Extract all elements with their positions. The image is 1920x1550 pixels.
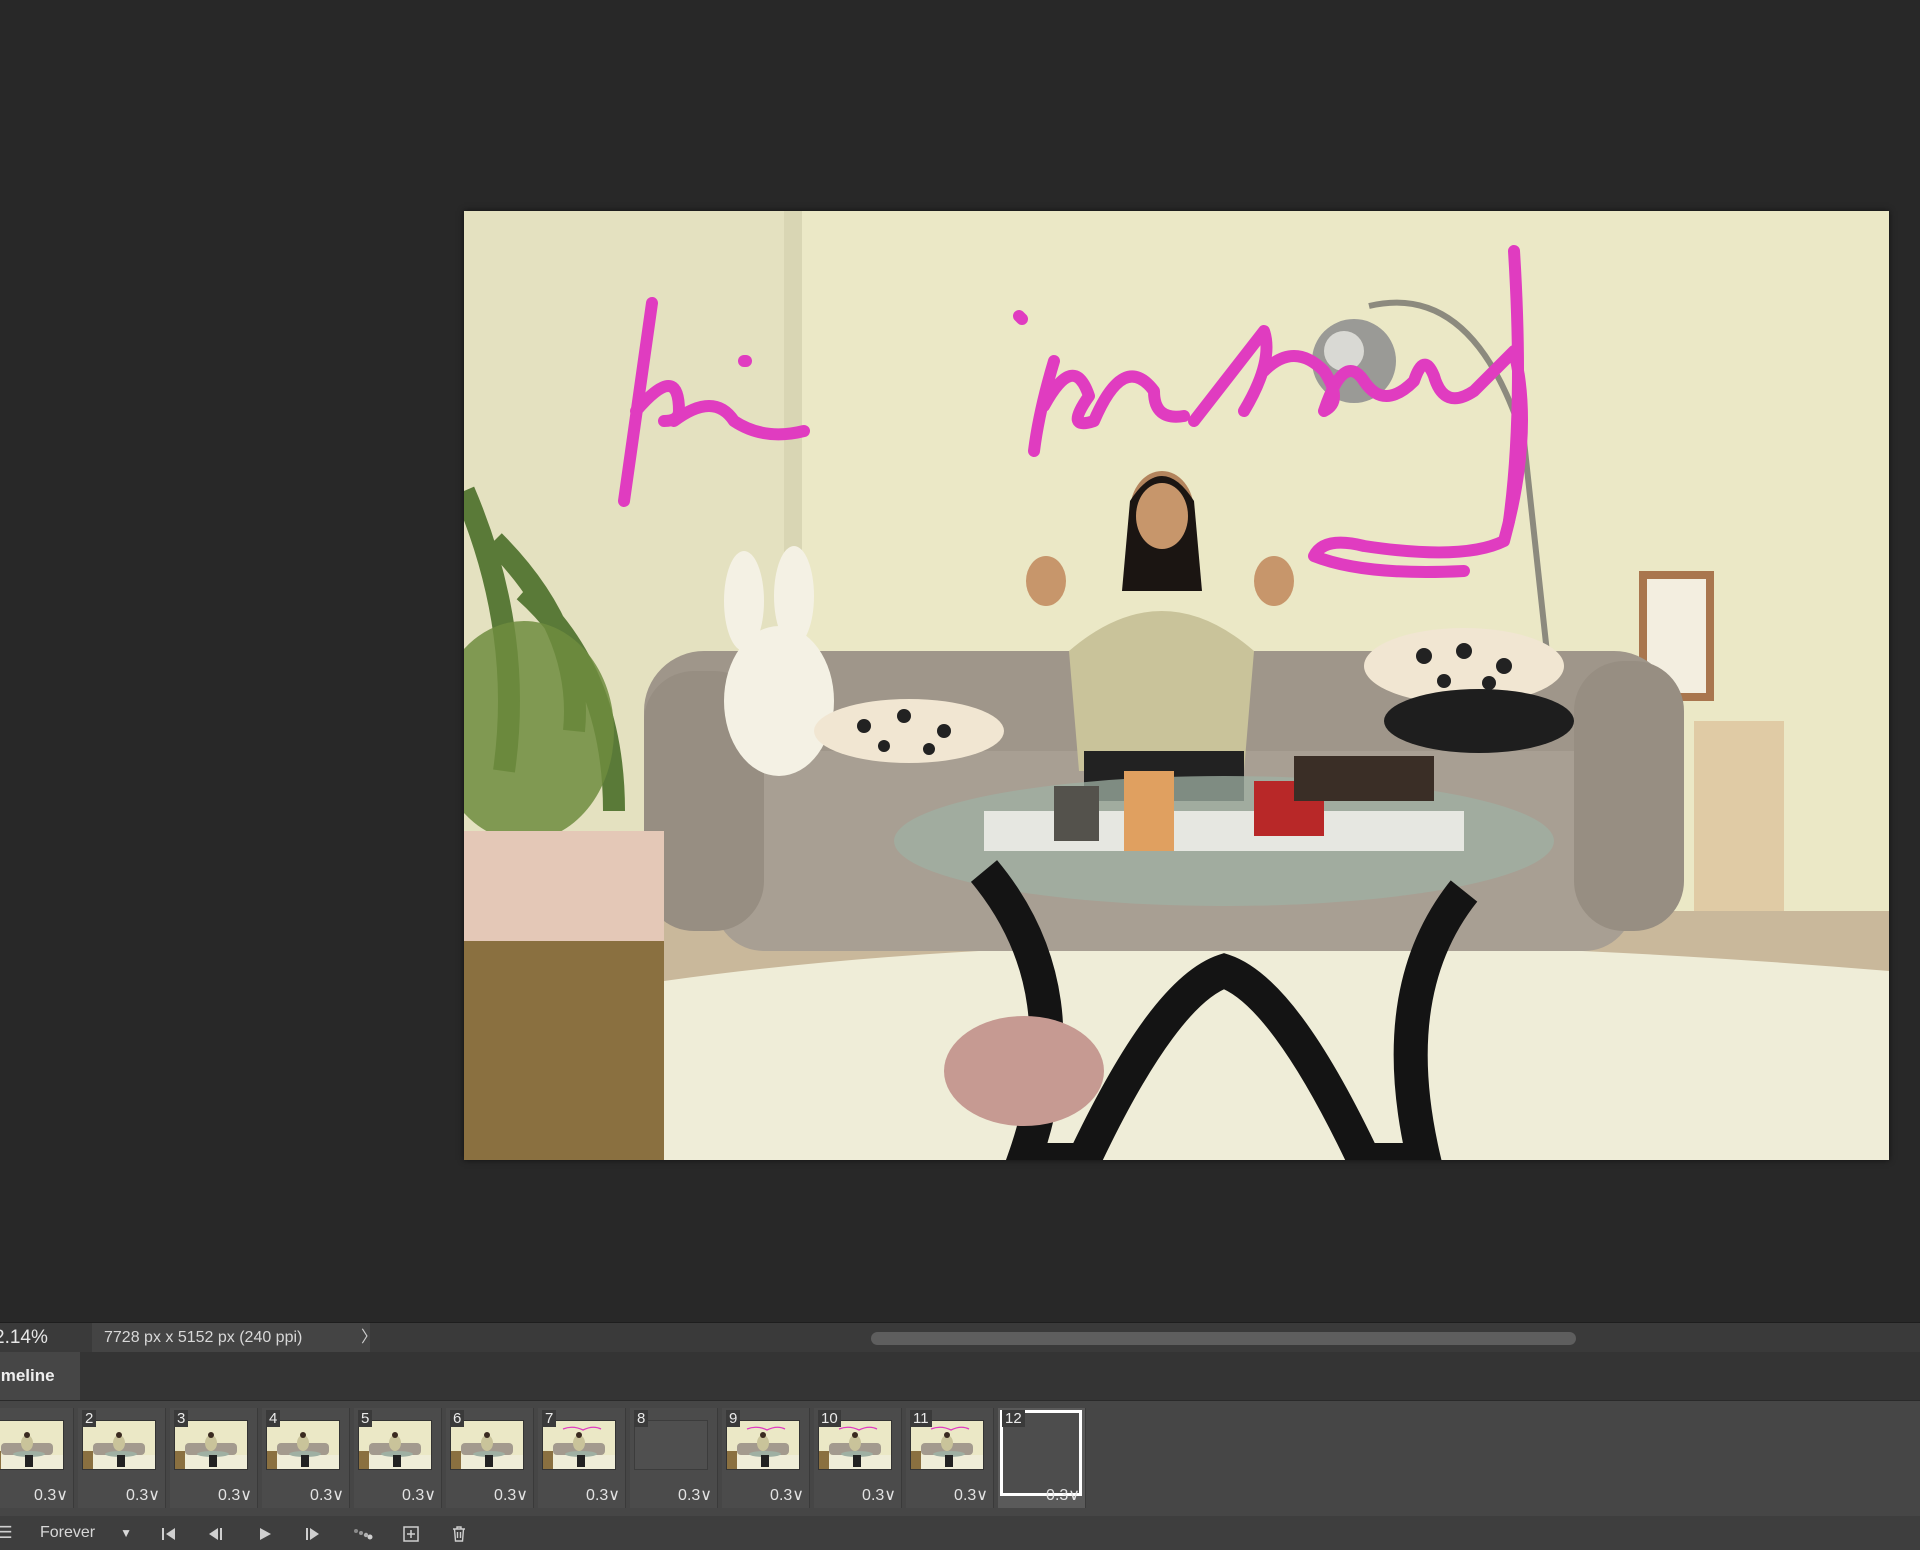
tween-icon[interactable] bbox=[348, 1516, 378, 1550]
frame-number: 2 bbox=[82, 1410, 97, 1427]
frame-thumbnail-image bbox=[359, 1421, 431, 1469]
frame-thumbnail-image bbox=[175, 1421, 247, 1469]
frame-thumbnail bbox=[542, 1420, 616, 1470]
frame-thumbnail bbox=[358, 1420, 432, 1470]
next-frame-icon[interactable] bbox=[298, 1516, 328, 1550]
frame-thumbnail bbox=[266, 1420, 340, 1470]
loop-select-value: Forever bbox=[40, 1524, 96, 1541]
frame-thumbnail bbox=[450, 1420, 524, 1470]
frames-row: 0.3∨ 2 0.3∨ 3 0.3∨ 4 0.3∨ 5 0.3∨ 6 0.3∨ … bbox=[0, 1408, 1920, 1508]
status-bar: 2.14% 7728 px x 5152 px (240 ppi) 〉 bbox=[0, 1322, 1920, 1353]
canvas-area[interactable] bbox=[0, 0, 1920, 1322]
frame-thumbnail-image bbox=[727, 1421, 799, 1469]
document-info[interactable]: 7728 px x 5152 px (240 ppi) bbox=[92, 1323, 370, 1353]
frame-delay[interactable]: 0.3∨ bbox=[126, 1486, 160, 1506]
frame-thumbnail-image bbox=[267, 1421, 339, 1469]
timeline-frame[interactable]: 3 0.3∨ bbox=[170, 1408, 258, 1508]
frame-thumbnail-image bbox=[83, 1421, 155, 1469]
frame-thumbnail bbox=[910, 1420, 984, 1470]
frame-thumbnail-image bbox=[911, 1421, 983, 1469]
frame-thumbnail bbox=[818, 1420, 892, 1470]
frame-delay[interactable]: 0.3∨ bbox=[402, 1486, 436, 1506]
frame-thumbnail bbox=[82, 1420, 156, 1470]
status-more-arrow[interactable]: 〉 bbox=[360, 1323, 378, 1353]
tab-timeline[interactable]: imeline bbox=[0, 1352, 80, 1400]
horizontal-scrollbar-thumb[interactable] bbox=[871, 1332, 1576, 1345]
timeline-panel: imeline 0.3∨ 2 0.3∨ 3 0.3∨ 4 0.3∨ 5 0.3∨… bbox=[0, 1352, 1920, 1550]
timeline-frame[interactable]: 9 0.3∨ bbox=[722, 1408, 810, 1508]
duplicate-frame-icon[interactable] bbox=[396, 1516, 426, 1550]
frame-delay[interactable]: 0.3∨ bbox=[494, 1486, 528, 1506]
frame-number: 10 bbox=[818, 1410, 841, 1427]
frame-number: 4 bbox=[266, 1410, 281, 1427]
frame-number: 12 bbox=[1002, 1410, 1025, 1427]
timeline-frame[interactable]: 2 0.3∨ bbox=[78, 1408, 166, 1508]
frame-number: 11 bbox=[910, 1410, 932, 1427]
frame-thumbnail bbox=[634, 1420, 708, 1470]
frame-number: 7 bbox=[542, 1410, 557, 1427]
frame-thumbnail bbox=[174, 1420, 248, 1470]
timeline-frame[interactable]: 7 0.3∨ bbox=[538, 1408, 626, 1508]
frame-thumbnail bbox=[726, 1420, 800, 1470]
trash-icon[interactable] bbox=[444, 1516, 474, 1550]
frame-thumbnail-image bbox=[0, 1421, 63, 1469]
zoom-level[interactable]: 2.14% bbox=[0, 1323, 90, 1353]
document-image[interactable] bbox=[464, 211, 1889, 1160]
panel-menu-icon[interactable]: ☰ bbox=[0, 1516, 16, 1550]
loop-select[interactable]: Forever ▼ bbox=[30, 1520, 138, 1546]
timeline-frame[interactable]: 8 0.3∨ bbox=[630, 1408, 718, 1508]
timeline-frame[interactable]: 6 0.3∨ bbox=[446, 1408, 534, 1508]
frame-delay[interactable]: 0.3∨ bbox=[954, 1486, 988, 1506]
frame-delay[interactable]: 0.3∨ bbox=[678, 1486, 712, 1506]
frame-delay[interactable]: 0.3∨ bbox=[1046, 1486, 1080, 1506]
timeline-frame[interactable]: 4 0.3∨ bbox=[262, 1408, 350, 1508]
timeline-frame[interactable]: 12 0.3∨ bbox=[998, 1408, 1086, 1508]
frame-number: 6 bbox=[450, 1410, 465, 1427]
frame-delay[interactable]: 0.3∨ bbox=[218, 1486, 252, 1506]
frame-thumbnail bbox=[0, 1420, 64, 1470]
frame-thumbnail-image bbox=[819, 1421, 891, 1469]
first-frame-icon[interactable] bbox=[154, 1516, 184, 1550]
frame-thumbnail-image bbox=[451, 1421, 523, 1469]
frame-delay[interactable]: 0.3∨ bbox=[862, 1486, 896, 1506]
frame-number: 3 bbox=[174, 1410, 189, 1427]
timeline-frame[interactable]: 10 0.3∨ bbox=[814, 1408, 902, 1508]
previous-frame-icon[interactable] bbox=[200, 1516, 230, 1550]
frame-delay[interactable]: 0.3∨ bbox=[586, 1486, 620, 1506]
panel-tab-bar: imeline bbox=[0, 1352, 1920, 1401]
timeline-frame[interactable]: 0.3∨ bbox=[0, 1408, 74, 1508]
room-photo bbox=[464, 211, 1889, 1160]
frame-delay[interactable]: 0.3∨ bbox=[34, 1486, 68, 1506]
chevron-down-icon: ▼ bbox=[120, 1526, 132, 1540]
play-icon[interactable] bbox=[250, 1516, 280, 1550]
frame-number: 5 bbox=[358, 1410, 373, 1427]
timeline-frame[interactable]: 5 0.3∨ bbox=[354, 1408, 442, 1508]
frame-thumbnail-image bbox=[543, 1421, 615, 1469]
timeline-frame[interactable]: 11 0.3∨ bbox=[906, 1408, 994, 1508]
timeline-controls: ☰ Forever ▼ bbox=[0, 1516, 1920, 1550]
frame-delay[interactable]: 0.3∨ bbox=[770, 1486, 804, 1506]
frame-number: 8 bbox=[634, 1410, 649, 1427]
frame-delay[interactable]: 0.3∨ bbox=[310, 1486, 344, 1506]
frame-number: 9 bbox=[726, 1410, 741, 1427]
